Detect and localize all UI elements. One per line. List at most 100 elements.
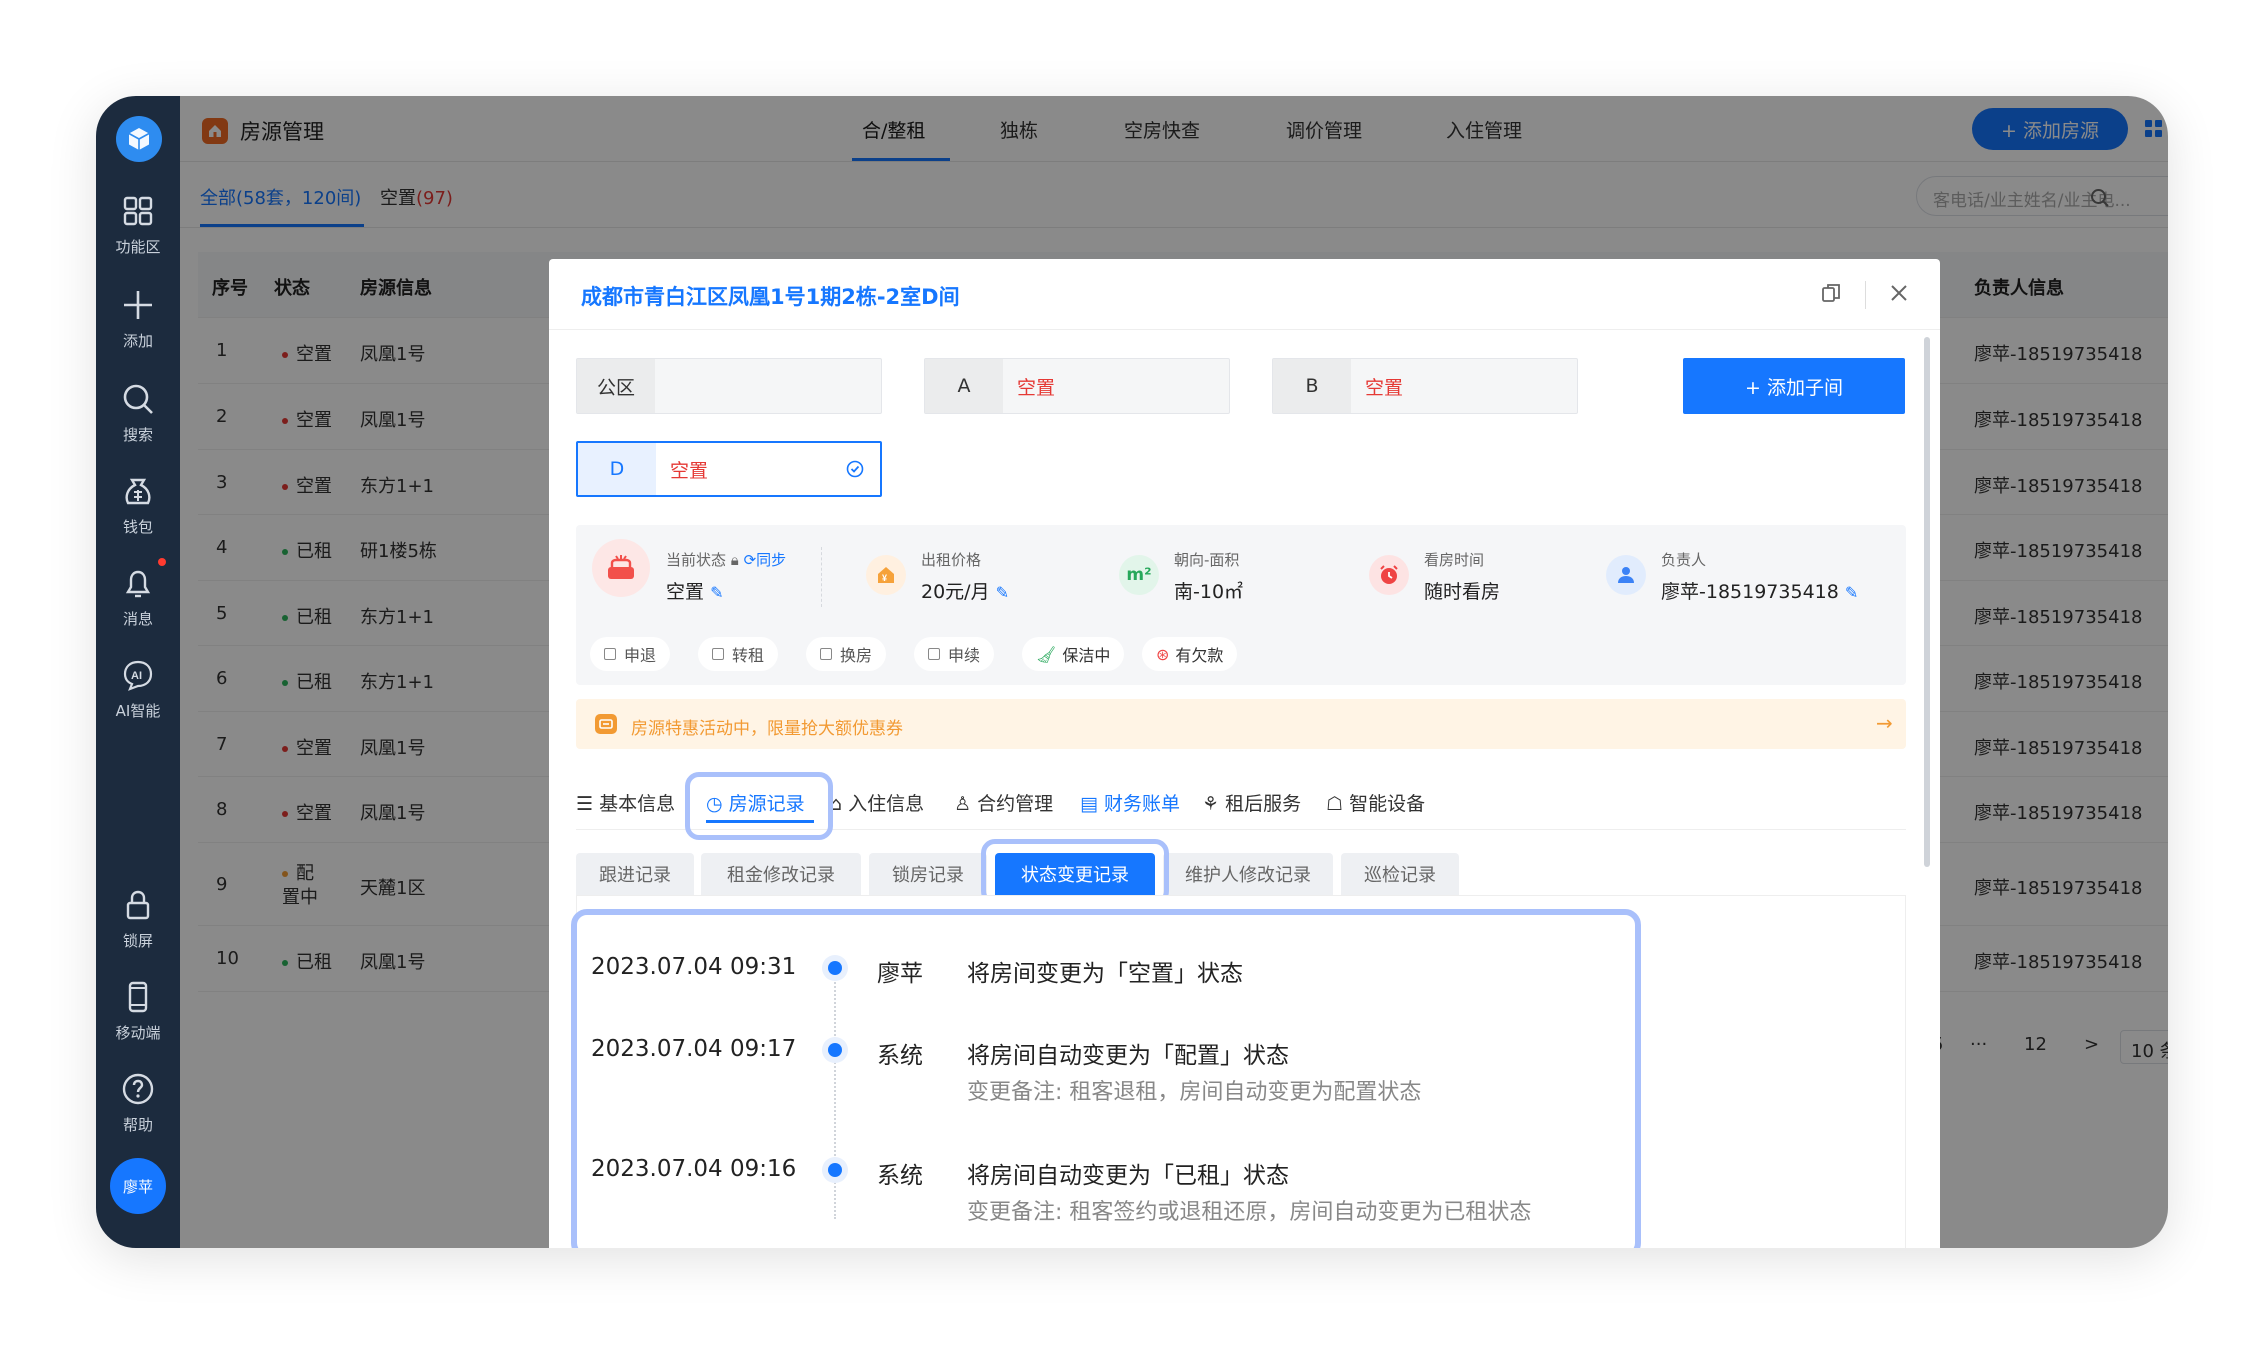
check-circle-icon (846, 460, 864, 478)
search-icon (123, 384, 153, 414)
sidebar-item-label: 搜索 (122, 426, 153, 444)
chip-sublet[interactable]: 转租 (698, 637, 779, 671)
room-key: D (578, 443, 656, 495)
promo-text: 房源特惠活动中，限量抢大额优惠券 (631, 719, 903, 739)
edit-pencil-icon[interactable]: ✎ (710, 583, 723, 602)
highlight-house-records-tab (685, 772, 833, 840)
copy-icon[interactable] (1821, 283, 1841, 305)
subtab-lock-records[interactable]: 锁房记录 (869, 853, 987, 895)
list-icon: ☰ (576, 793, 594, 815)
sidebar-item-label: 添加 (122, 332, 153, 350)
mobile-icon (128, 981, 148, 1013)
room-d-selected[interactable]: D 空置 (576, 441, 882, 497)
add-sub-room-button[interactable]: + 添加子间 (1683, 358, 1905, 414)
status-change-timeline: 2023.07.04 09:31 廖苹 将房间变更为「空置」状态 2023.07… (571, 909, 1641, 1248)
room-common-area[interactable]: 公区 (576, 358, 882, 414)
money-icon: ⊛ (1156, 644, 1170, 664)
bell-icon (125, 570, 151, 598)
modal-header-divider (549, 329, 1940, 330)
header-divider (1865, 281, 1866, 309)
room-a[interactable]: A 空置 (924, 358, 1230, 414)
room-b[interactable]: B 空置 (1272, 358, 1578, 414)
info-divider (821, 547, 822, 607)
help-icon (122, 1073, 154, 1105)
chip-arrears[interactable]: ⊛ 有欠款 (1142, 637, 1238, 671)
sidebar-item-mobile[interactable]: 移动端 (96, 978, 180, 1043)
sync-link[interactable]: ⟳同步 (744, 551, 787, 569)
avatar[interactable]: 廖苹 (110, 1158, 166, 1214)
coupon-icon (595, 714, 617, 734)
promo-banner[interactable]: 房源特惠活动中，限量抢大额优惠券 → (576, 699, 1906, 749)
chip-change-room[interactable]: 换房 (806, 637, 887, 671)
sidebar-item-wallet[interactable]: 钱包 (96, 472, 180, 537)
room-status: 空置 (1017, 376, 1056, 399)
chip-renew[interactable]: 申续 (914, 637, 995, 671)
modal-title: 成都市青白江区凤凰1号1期2栋-2室D间 (581, 285, 960, 309)
sidebar-item-search[interactable]: 搜索 (96, 380, 180, 445)
price-value: 20元/月 ✎ (921, 581, 1010, 603)
sidebar-item-messages[interactable]: 消息 (96, 564, 180, 629)
checkbox-icon (712, 648, 724, 660)
sidebar-item-label: 功能区 (115, 238, 161, 256)
sidebar-item-label: 钱包 (122, 518, 153, 536)
timeline-action: 将房间自动变更为「已租」状态 (967, 1163, 1289, 1189)
tab-finance-bill[interactable]: ▤ 财务账单 (1080, 789, 1180, 816)
timeline-note: 变更备注: 租客退租，房间自动变更为配置状态 (967, 1080, 1422, 1105)
edit-pencil-icon[interactable]: ✎ (996, 583, 1009, 602)
tab-after-rent[interactable]: ⚘ 租后服务 (1202, 789, 1301, 816)
tab-contract[interactable]: ♙ 合约管理 (954, 789, 1053, 816)
arrow-right-icon[interactable]: → (1876, 711, 1893, 735)
price-label: 出租价格 (921, 551, 982, 569)
lock-icon: 🔒︎ (730, 551, 739, 569)
checkbox-icon (604, 648, 616, 660)
chip-cleaning[interactable]: 🧹︎ 保洁中 (1022, 637, 1125, 671)
status-label: 当前状态 🔒︎ ⟳同步 (666, 551, 787, 569)
timeline-operator: 系统 (877, 1163, 923, 1189)
logo-cube-icon[interactable] (116, 116, 162, 162)
alarm-clock-icon (1369, 555, 1409, 595)
person-icon (1606, 555, 1646, 595)
device-icon: ☖ (1326, 793, 1344, 815)
viewing-value: 随时看房 (1424, 581, 1501, 603)
modal-scrollbar[interactable] (1924, 337, 1930, 867)
svg-text:AI: AI (131, 670, 142, 682)
timeline-note: 变更备注: 租客签约或退租还原，房间自动变更为已租状态 (967, 1200, 1532, 1225)
app-window: 功能区 添加 搜索 钱包 消息 AI AI智能 锁屏 移动端 帮助 廖苹 房源管… (96, 96, 2168, 1248)
sidebar: 功能区 添加 搜索 钱包 消息 AI AI智能 锁屏 移动端 帮助 廖苹 (96, 96, 180, 1248)
tab-basic-info[interactable]: ☰ 基本信息 (576, 789, 675, 816)
subtab-maintainer-changes[interactable]: 维护人修改记录 (1163, 853, 1333, 895)
tab-checkin-info[interactable]: ⌂ 入住信息 (830, 789, 924, 816)
timeline-operator: 廖苹 (877, 961, 923, 987)
sidebar-item-label: 锁屏 (122, 932, 153, 950)
sidebar-item-add[interactable]: 添加 (96, 286, 180, 351)
sidebar-item-functions[interactable]: 功能区 (96, 192, 180, 257)
sidebar-item-label: 帮助 (122, 1116, 153, 1134)
plus-icon (124, 291, 152, 319)
orientation-label: 朝向-面积 (1174, 551, 1240, 569)
sidebar-item-help[interactable]: 帮助 (96, 1070, 180, 1135)
room-key: A (925, 359, 1003, 413)
close-icon[interactable] (1889, 283, 1909, 303)
subtab-rent-changes[interactable]: 租金修改记录 (701, 853, 861, 895)
sidebar-item-ai[interactable]: AI AI智能 (96, 656, 180, 721)
checkbox-icon (928, 648, 940, 660)
lock-icon (126, 890, 150, 920)
price-icon: ¥ (866, 555, 906, 595)
chip-apply-checkout[interactable]: 申退 (590, 637, 671, 671)
subtab-inspection[interactable]: 巡检记录 (1341, 853, 1459, 895)
subtab-follow-up[interactable]: 跟进记录 (576, 853, 694, 895)
room-key: B (1273, 359, 1351, 413)
bill-icon: ▤ (1080, 793, 1098, 815)
status-sofa-icon (592, 539, 650, 597)
sidebar-item-lock[interactable]: 锁屏 (96, 886, 180, 951)
manager-label: 负责人 (1661, 551, 1707, 569)
edit-pencil-icon[interactable]: ✎ (1845, 583, 1858, 602)
manager-value: 廖苹-18519735418 ✎ (1661, 581, 1859, 603)
wallet-icon (125, 478, 151, 505)
broom-icon: 🧹︎ (1036, 644, 1057, 664)
area-m2-icon: m² (1119, 555, 1159, 595)
room-status: 空置 (1365, 376, 1404, 399)
tab-smart-devices[interactable]: ☖ 智能设备 (1326, 789, 1425, 816)
notification-dot (158, 558, 166, 566)
room-key: 公区 (577, 359, 655, 413)
